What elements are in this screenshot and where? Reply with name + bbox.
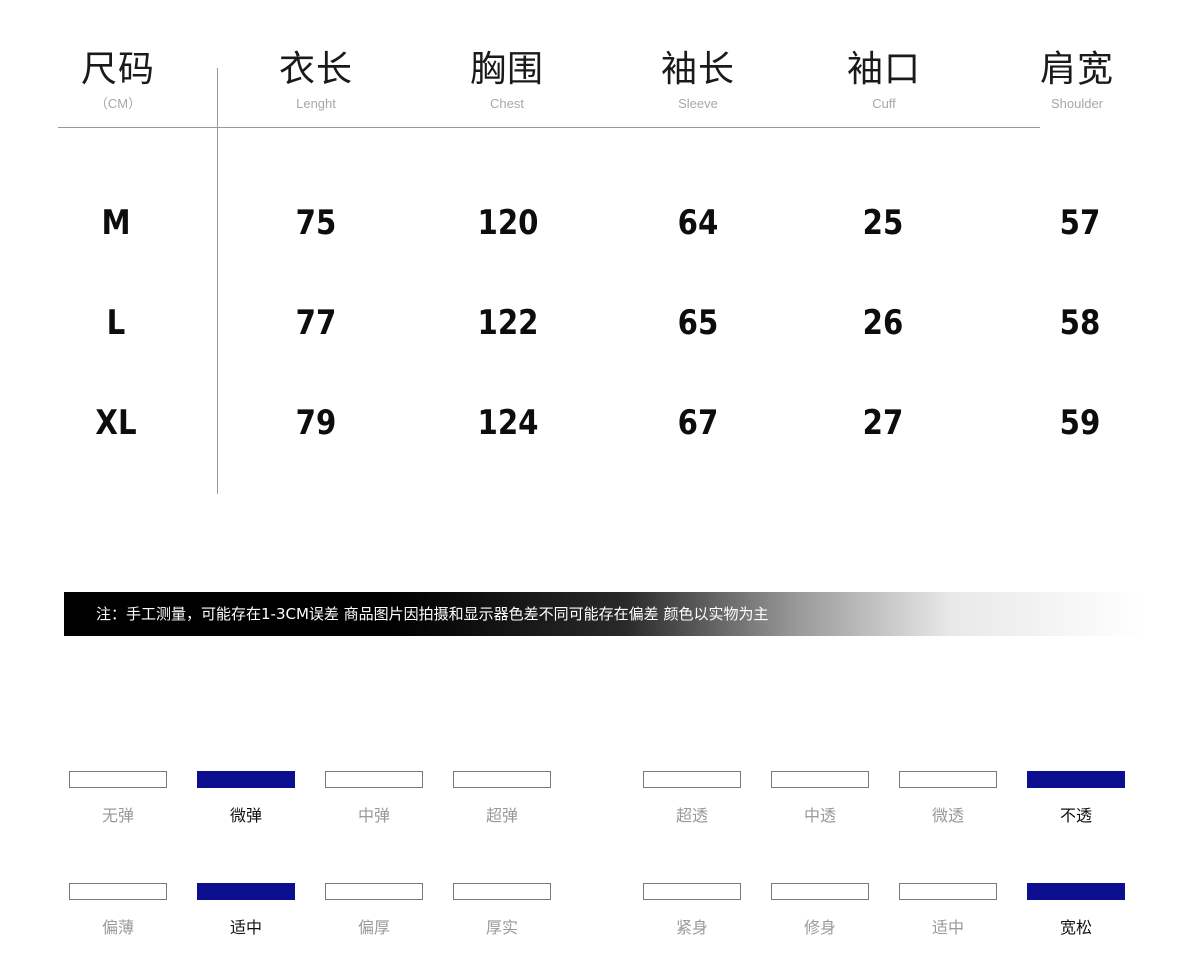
- cell-chest: 120: [477, 203, 539, 243]
- attribute-label: 中透: [803, 806, 836, 825]
- header-sleeve-zh: 袖长: [660, 49, 735, 90]
- measurement-note-bar: 注：手工测量，可能存在1-3CM误差 商品图片因拍摄和显示器色差不同可能存在偏差…: [64, 592, 1144, 636]
- header-size: 尺码 （CM）: [38, 48, 198, 114]
- cell-sleeve: 67: [677, 403, 719, 443]
- attribute-label: 适中: [229, 918, 262, 937]
- cell-shoulder: 58: [1059, 303, 1101, 343]
- attribute-indicator: [325, 771, 423, 788]
- header-chest-zh: 胸围: [469, 49, 544, 90]
- cell-sleeve: 65: [677, 303, 719, 343]
- header-length: 衣长 Lenght: [236, 48, 396, 114]
- attribute-indicator: [325, 883, 423, 900]
- cell-length: 77: [295, 303, 337, 343]
- measurement-note: 注：手工测量，可能存在1-3CM误差 商品图片因拍摄和显示器色差不同可能存在偏差…: [96, 605, 769, 623]
- attribute-indicator: [771, 771, 869, 788]
- cell-cuff: 25: [862, 203, 904, 243]
- attribute-label: 微弹: [229, 806, 262, 825]
- header-shoulder-zh: 肩宽: [1039, 49, 1114, 90]
- attribute-indicator: [69, 883, 167, 900]
- attribute-label: 微透: [931, 806, 964, 825]
- header-length-en: Lenght: [296, 96, 336, 111]
- attribute-label: 厚实: [485, 918, 518, 937]
- attribute-label: 不透: [1059, 806, 1092, 825]
- attribute-label: 修身: [803, 918, 836, 937]
- attribute-label: 宽松: [1059, 918, 1092, 937]
- attribute-indicator: [643, 883, 741, 900]
- cell-size: M: [101, 203, 131, 243]
- attribute-label: 偏薄: [101, 918, 134, 937]
- cell-size: L: [106, 303, 126, 343]
- cell-length: 75: [295, 203, 337, 243]
- attribute-label: 适中: [931, 918, 964, 937]
- cell-cuff: 26: [862, 303, 904, 343]
- attribute-indicator: [771, 883, 869, 900]
- size-column-divider: [217, 68, 218, 494]
- header-cuff: 袖口 Cuff: [804, 48, 964, 114]
- header-divider: [58, 127, 1040, 128]
- attribute-label: 超弹: [485, 806, 518, 825]
- cell-sleeve: 64: [677, 203, 719, 243]
- cell-chest: 122: [477, 303, 539, 343]
- attribute-indicator: [453, 883, 551, 900]
- header-cuff-en: Cuff: [872, 96, 896, 111]
- attribute-indicator: [453, 771, 551, 788]
- attribute-label: 紧身: [675, 918, 708, 937]
- attribute-indicator: [69, 771, 167, 788]
- header-size-zh: 尺码: [80, 49, 155, 90]
- header-chest: 胸围 Chest: [427, 48, 587, 114]
- header-shoulder-en: Shoulder: [1050, 96, 1104, 111]
- attribute-label: 偏厚: [357, 918, 390, 937]
- attribute-indicator-selected: [197, 771, 295, 788]
- header-shoulder: 肩宽 Shoulder: [997, 48, 1157, 114]
- cell-chest: 124: [477, 403, 539, 443]
- header-sleeve: 袖长 Sleeve: [618, 48, 778, 114]
- header-cuff-zh: 袖口: [846, 49, 921, 90]
- attribute-label: 中弹: [357, 806, 390, 825]
- attribute-indicator: [899, 771, 997, 788]
- cell-size: XL: [95, 403, 137, 443]
- attribute-label: 超透: [675, 806, 708, 825]
- attribute-indicator-selected: [1027, 771, 1125, 788]
- header-chest-en: Chest: [490, 96, 524, 111]
- attribute-indicator-selected: [1027, 883, 1125, 900]
- cell-shoulder: 57: [1059, 203, 1101, 243]
- attribute-label: 无弹: [101, 806, 134, 825]
- attribute-indicator-selected: [197, 883, 295, 900]
- header-length-zh: 衣长: [278, 49, 353, 90]
- cell-shoulder: 59: [1059, 403, 1101, 443]
- header-size-en: （CM）: [94, 96, 142, 111]
- header-sleeve-en: Sleeve: [678, 96, 718, 111]
- attribute-indicator: [899, 883, 997, 900]
- attribute-indicator: [643, 771, 741, 788]
- cell-cuff: 27: [862, 403, 904, 443]
- cell-length: 79: [295, 403, 337, 443]
